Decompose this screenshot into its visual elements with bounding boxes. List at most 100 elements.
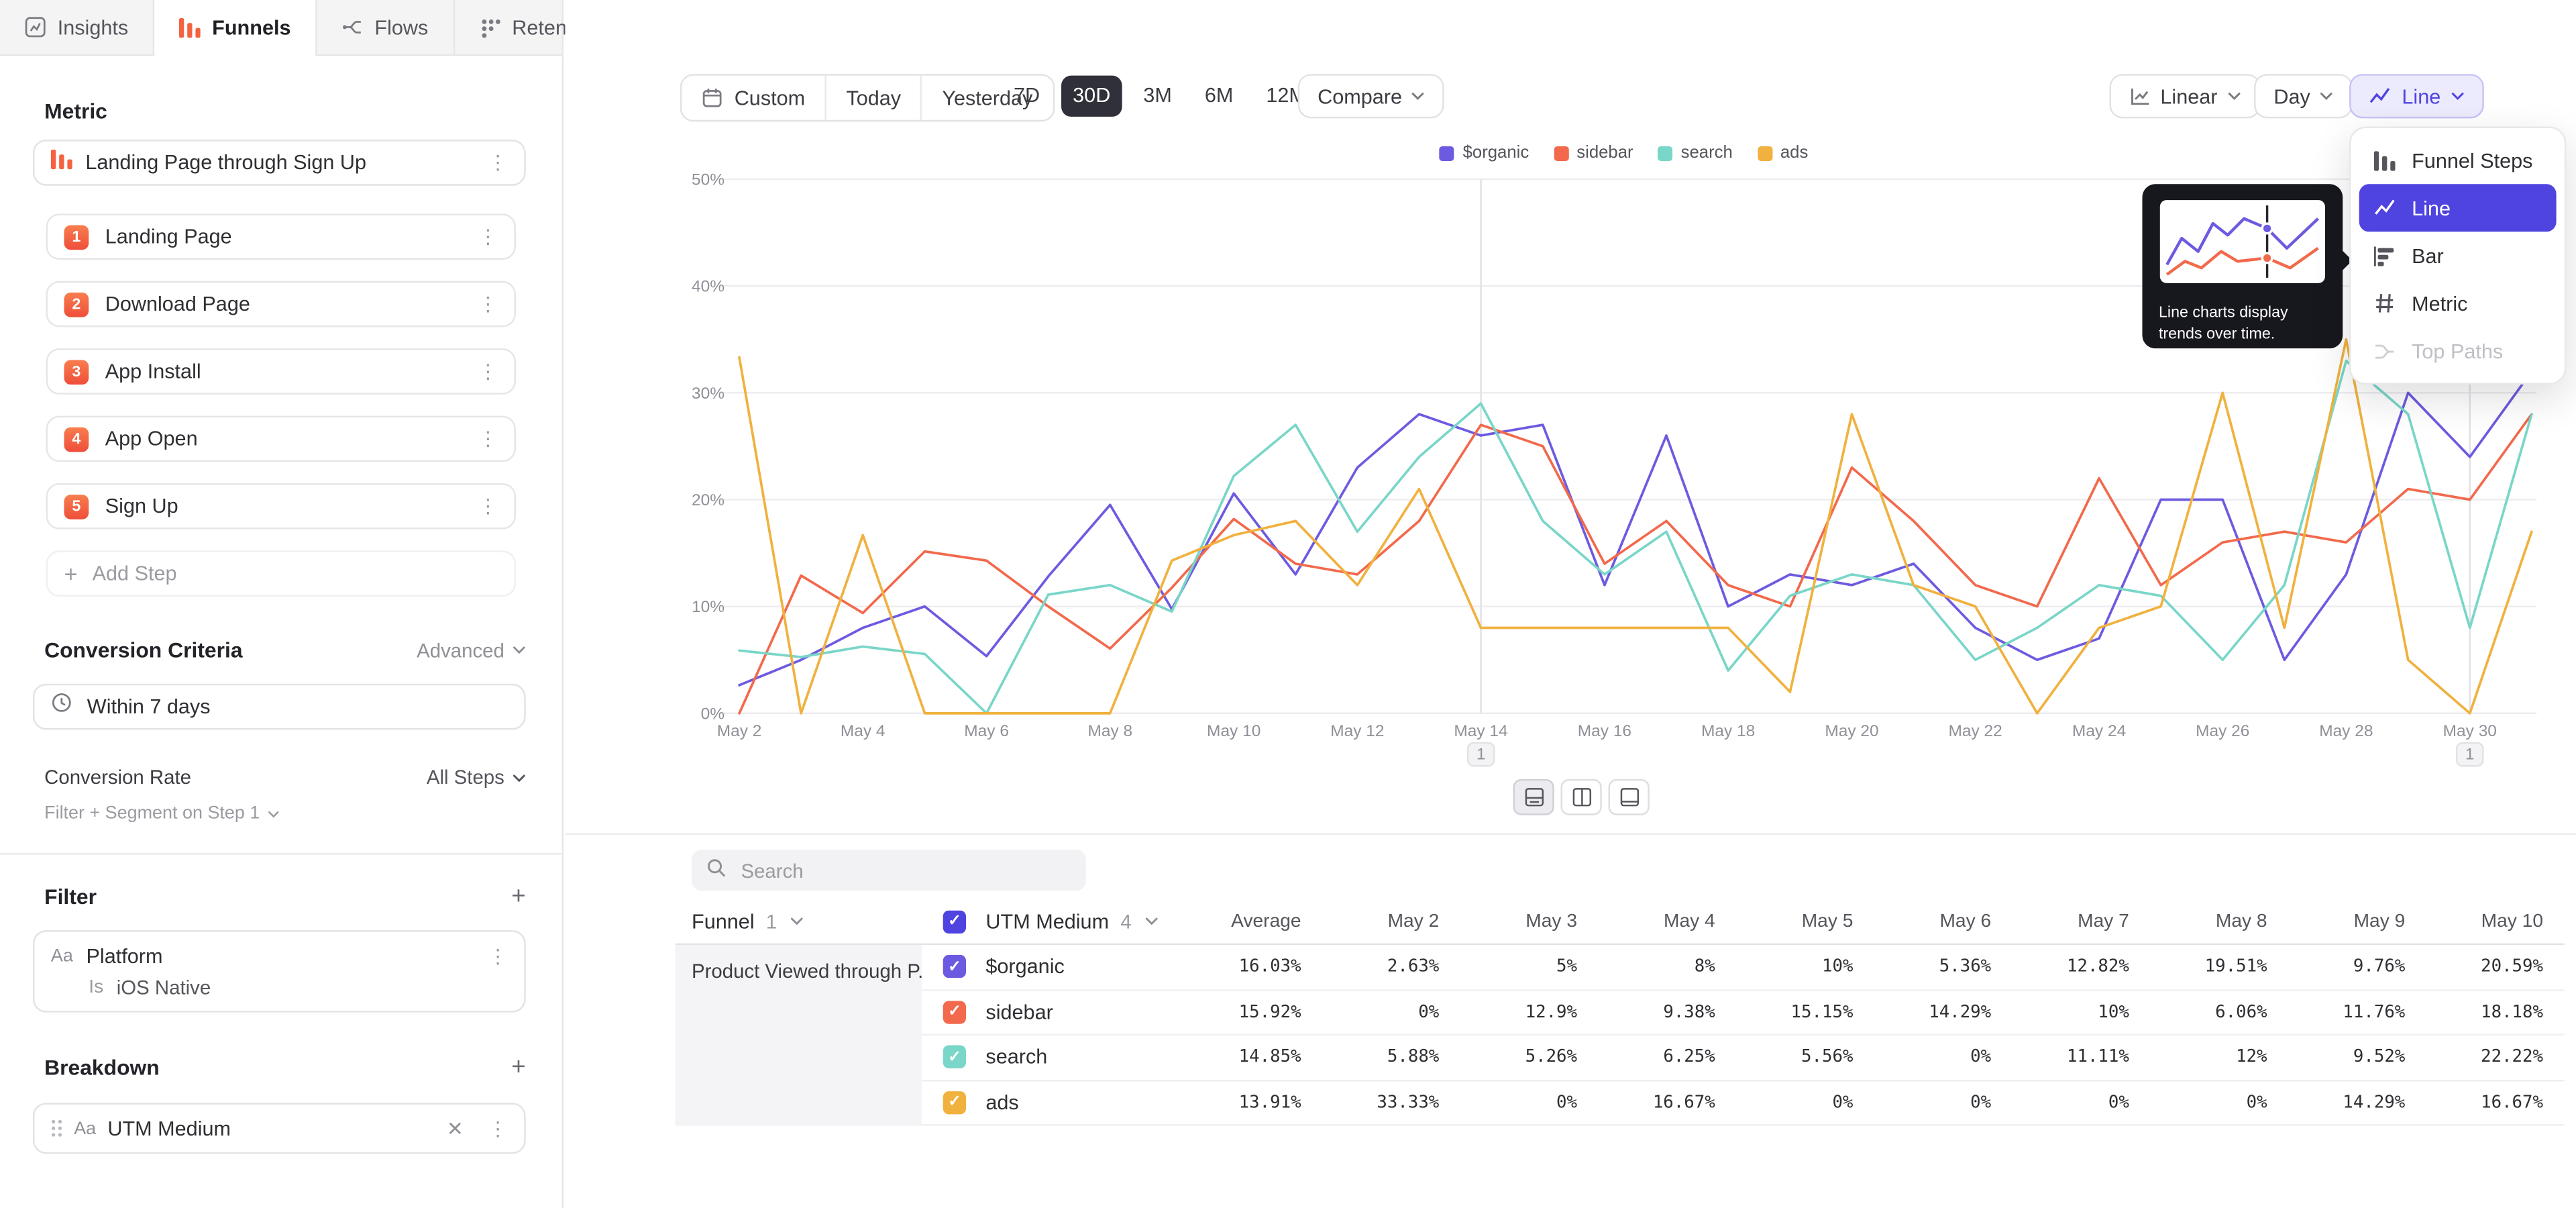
filter-operator[interactable]: Is [89,978,103,997]
column-header-may-3[interactable]: May 3 [1439,911,1577,931]
column-header-may-7[interactable]: May 7 [1991,911,2129,931]
value-cell: 15.15% [1715,1002,1854,1021]
sidebar: InsightsFunnelsFlowsRetention Metric Lan… [0,0,564,1208]
tab-insights[interactable]: Insights [0,0,154,54]
column-header-may-9[interactable]: May 9 [2267,911,2406,931]
granularity-dropdown[interactable]: Day [2254,74,2353,118]
funnel-title-card[interactable]: Landing Page through Sign Up ⋮ [33,140,526,186]
breakdown-column-header[interactable]: ✓UTM Medium4 [922,910,1168,933]
chart-type-dropdown[interactable]: Line [2349,74,2483,118]
today-button[interactable]: Today [825,76,921,120]
custom-button[interactable]: Custom [682,76,824,120]
search-input[interactable] [738,857,1071,883]
column-header-may-10[interactable]: May 10 [2405,911,2543,931]
funnel-cell[interactable]: Product Viewed through P... [676,945,922,1125]
menu-item-bar[interactable]: Bar [2359,232,2557,279]
add-step-button[interactable]: + Add Step [46,550,516,597]
funnel-column-header[interactable]: Funnel1 [676,910,922,933]
filter-segment-toggle[interactable]: Filter + Segment on Step 1 [44,804,561,823]
kebab-menu-icon[interactable]: ⋮ [488,1119,507,1138]
column-header-may-8[interactable]: May 8 [2129,911,2267,931]
breakdown-card[interactable]: Aa UTM Medium ✕ ⋮ [33,1103,526,1154]
kebab-menu-icon[interactable]: ⋮ [478,497,498,516]
annotation-badge[interactable]: 1 [1468,743,1494,766]
menu-item-metric[interactable]: Metric [2359,279,2557,327]
value-cell: 14.29% [1853,1002,1991,1021]
kebab-menu-icon[interactable]: ⋮ [478,294,498,313]
close-icon[interactable]: ✕ [447,1117,464,1140]
column-header-may-4[interactable]: May 4 [1577,911,1715,931]
kebab-menu-icon[interactable]: ⋮ [488,153,507,172]
series-checkbox[interactable]: ✓ [943,1046,966,1068]
svg-text:30%: 30% [692,385,724,403]
series-checkbox[interactable]: ✓ [943,1001,966,1023]
filter-card[interactable]: Aa Platform ⋮ Is iOS Native [33,930,526,1012]
tab-flows[interactable]: Flows [317,0,455,54]
clock-icon [51,692,72,721]
column-header-may-6[interactable]: May 6 [1853,911,1991,931]
menu-item-funnel-steps[interactable]: Funnel Steps [2359,136,2557,184]
range-7d-button[interactable]: 7D [1002,76,1051,117]
column-header-average[interactable]: Average [1168,911,1301,931]
svg-text:May 24: May 24 [2072,722,2126,740]
value-cell: 2.63% [1301,957,1440,976]
value-cell: 11.11% [1991,1048,2129,1067]
conversion-rate-label: Conversion Rate [44,766,191,789]
layout-chart-table-button[interactable] [1513,779,1554,815]
svg-text:May 28: May 28 [2319,722,2373,740]
chevron-down-icon [2451,92,2464,100]
funnel-step-5[interactable]: 5Sign Up⋮ [46,483,516,530]
column-header-may-2[interactable]: May 2 [1301,911,1440,931]
tab-funnels[interactable]: Funnels [154,0,317,54]
kebab-menu-icon[interactable]: ⋮ [478,429,498,448]
chevron-down-icon [2227,92,2241,100]
retention-icon [479,16,500,38]
kebab-menu-icon[interactable]: ⋮ [478,227,498,246]
checkbox-checked[interactable]: ✓ [943,910,966,933]
funnel-step-2[interactable]: 2Download Page⋮ [46,281,516,328]
value-cell: 22.22% [2405,1048,2543,1067]
column-header-may-5[interactable]: May 5 [1715,911,1854,931]
value-cell: 0% [1301,1002,1440,1021]
funnels-icon [179,17,201,37]
chevron-down-icon [513,646,526,654]
range-6m-button[interactable]: 6M [1193,76,1245,117]
drag-handle-icon[interactable] [51,1119,62,1138]
scale-dropdown[interactable]: Linear [2109,74,2260,118]
layout-chart-only-button[interactable] [1609,779,1650,815]
add-breakdown-button[interactable]: + [511,1055,525,1080]
tooltip-text: Line charts display trends over time. [2159,303,2326,346]
series-checkbox[interactable]: ✓ [943,1091,966,1114]
add-filter-button[interactable]: + [511,885,525,909]
range-3m-button[interactable]: 3M [1132,76,1183,117]
kebab-menu-icon[interactable]: ⋮ [488,947,507,966]
compare-button[interactable]: Compare [1298,74,1445,118]
breakdown-table: Funnel1✓UTM Medium4AverageMay 2May 3May … [676,899,2565,1126]
search-box[interactable] [692,850,1086,891]
step-number-badge: 1 [64,224,89,249]
breakdown-property: UTM Medium [107,1117,231,1140]
funnel-step-1[interactable]: 1Landing Page⋮ [46,213,516,260]
filter-value[interactable]: iOS Native [117,976,211,999]
chart-type-menu: Funnel StepsLineBarMetricTop Paths [2349,127,2566,385]
menu-item-line[interactable]: Line [2359,184,2557,232]
conversion-window-card[interactable]: Within 7 days [33,684,526,730]
top-paths-icon [2372,341,2397,360]
all-steps-dropdown[interactable]: All Steps [427,766,526,789]
funnel-step-3[interactable]: 3App Install⋮ [46,348,516,395]
layout-split-button[interactable] [1561,779,1602,815]
svg-text:10%: 10% [692,598,724,616]
funnel-step-4[interactable]: 4App Open⋮ [46,416,516,462]
series-checkbox[interactable]: ✓ [943,955,966,978]
range-30d-button[interactable]: 30D [1061,76,1122,117]
funnel-title: Landing Page through Sign Up [85,151,366,174]
value-cell: 0% [1439,1093,1577,1112]
kebab-menu-icon[interactable]: ⋮ [478,362,498,381]
advanced-toggle[interactable]: Advanced [417,638,526,661]
value-cell: 20.59% [2405,957,2543,976]
value-cell: 11.76% [2267,1002,2406,1021]
chevron-down-icon [1144,917,1158,925]
svg-text:May 22: May 22 [1949,722,2002,740]
annotation-badge[interactable]: 1 [2457,743,2483,766]
plus-icon: + [64,562,78,585]
